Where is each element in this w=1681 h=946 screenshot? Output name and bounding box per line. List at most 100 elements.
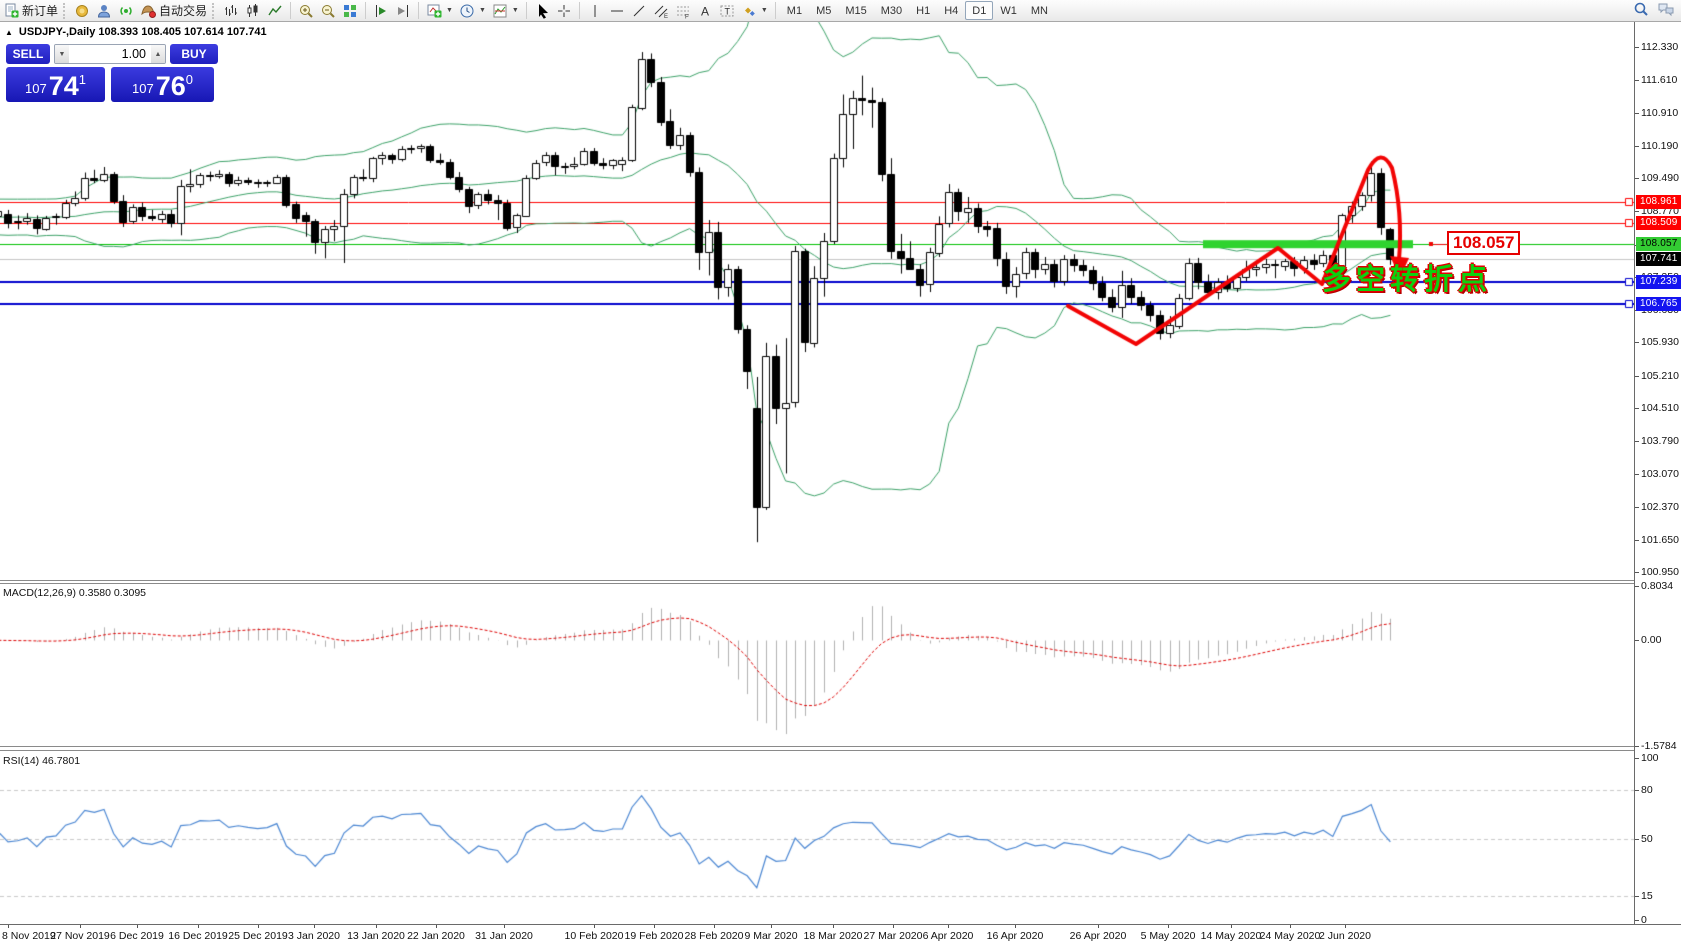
date-tick (1168, 925, 1169, 928)
axis-tick (1635, 146, 1639, 147)
date-tick (376, 925, 377, 928)
buy-price[interactable]: 107760 (111, 67, 214, 102)
timeframe-mn[interactable]: MN (1024, 1, 1055, 20)
crosshair-button[interactable] (553, 1, 575, 21)
macd-canvas[interactable] (0, 584, 1634, 746)
rsi-indicator-label: RSI(14) 46.7801 (3, 755, 80, 767)
timeframe-m30[interactable]: M30 (874, 1, 909, 20)
chevron-down-icon: ▼ (479, 7, 486, 14)
date-label: 2 Jun 2020 (1319, 930, 1371, 942)
chat-icon[interactable] (1657, 1, 1675, 17)
auto-trading-icon (140, 3, 156, 19)
clock-icon (459, 3, 475, 19)
trendline-icon (631, 3, 647, 19)
signal-button[interactable] (115, 1, 137, 21)
text-button[interactable]: A (694, 1, 716, 21)
fibonacci-button[interactable]: F (672, 1, 694, 21)
shapes-button[interactable]: ▼ (738, 1, 771, 21)
date-label: 18 Mar 2020 (804, 930, 863, 942)
candle-chart-button[interactable] (242, 1, 264, 21)
auto-trading-button[interactable]: 自动交易 (137, 1, 210, 21)
axis-tick (1635, 746, 1639, 747)
date-tick (893, 925, 894, 928)
indicators-button[interactable]: ▼ (489, 1, 522, 21)
price-tick-label: 100.950 (1641, 566, 1679, 578)
volume-decrease-button[interactable]: ▼ (55, 45, 69, 63)
panel-separator[interactable] (0, 746, 1681, 747)
axis-tick (1635, 376, 1639, 377)
date-tick (258, 925, 259, 928)
date-label: 25 Dec 2019 (228, 930, 288, 942)
profile-button[interactable] (93, 1, 115, 21)
volume-value[interactable]: 1.00 (69, 45, 151, 63)
toolbar-separator (579, 2, 580, 19)
periods-button[interactable]: ▼ (456, 1, 489, 21)
new-chart-button[interactable]: ▼ (423, 1, 456, 21)
candle-chart-icon (245, 3, 261, 19)
zoom-in-icon (298, 3, 314, 19)
timeframe-h1[interactable]: H1 (909, 1, 937, 20)
quotes-button[interactable] (71, 1, 93, 21)
chart-shift-icon (373, 3, 389, 19)
line-chart-button[interactable] (264, 1, 286, 21)
axis-tick (1635, 790, 1639, 791)
zoom-in-button[interactable] (295, 1, 317, 21)
sell-price[interactable]: 107741 (6, 67, 105, 102)
vertical-line-button[interactable] (584, 1, 606, 21)
collapse-arrow-icon[interactable]: ▲ (5, 28, 13, 37)
chart-shift-button[interactable] (370, 1, 392, 21)
chevron-down-icon: ▼ (512, 7, 519, 14)
mt4-window: 新订单 自动交易 ▼ ▼ ▼ E F A T ▼ (0, 0, 1681, 946)
zoom-out-button[interactable] (317, 1, 339, 21)
date-label: 13 Jan 2020 (347, 930, 405, 942)
date-tick (80, 925, 81, 928)
rsi-scale-label: 15 (1641, 890, 1653, 902)
axis-tick (1635, 896, 1639, 897)
rsi-canvas[interactable] (0, 751, 1634, 924)
date-tick (137, 925, 138, 928)
svg-text:E: E (664, 14, 668, 19)
timeframe-w1[interactable]: W1 (993, 1, 1024, 20)
auto-scroll-button[interactable] (392, 1, 414, 21)
price-chart-canvas[interactable] (0, 22, 1634, 580)
toolbar-grip (63, 3, 67, 19)
toolbar-grip (212, 3, 216, 19)
rsi-scale-label: 80 (1641, 784, 1653, 796)
channel-button[interactable]: E (650, 1, 672, 21)
axis-tick (1635, 342, 1639, 343)
search-icon[interactable] (1633, 1, 1649, 17)
timeframe-m5[interactable]: M5 (809, 1, 838, 20)
cursor-button[interactable] (531, 1, 553, 21)
axis-tick (1635, 178, 1639, 179)
date-label: 9 Mar 2020 (744, 930, 797, 942)
chart-title: ▲ USDJPY-,Daily 108.393 108.405 107.614 … (5, 26, 267, 38)
tile-windows-button[interactable] (339, 1, 361, 21)
new-order-button[interactable]: 新订单 (0, 1, 61, 21)
timeframe-m1[interactable]: M1 (780, 1, 809, 20)
macd-scale-label: -1.5784 (1641, 740, 1677, 752)
horizontal-line-button[interactable] (606, 1, 628, 21)
date-axis[interactable]: 8 Nov 201927 Nov 20196 Dec 201916 Dec 20… (0, 924, 1681, 946)
volume-increase-button[interactable]: ▲ (151, 45, 165, 63)
panel-separator[interactable] (0, 580, 1681, 581)
toolbar-separator (775, 2, 776, 19)
price-callout[interactable]: 108.057 (1447, 231, 1520, 255)
trendline-button[interactable] (628, 1, 650, 21)
buy-button[interactable]: BUY (170, 44, 218, 64)
annotation-text[interactable]: 多空转折点 (1322, 256, 1492, 298)
date-label: 22 Jan 2020 (407, 930, 465, 942)
timeframe-d1[interactable]: D1 (965, 1, 993, 20)
bar-chart-button[interactable] (220, 1, 242, 21)
price-tick-label: 111.610 (1641, 74, 1677, 86)
timeframe-m15[interactable]: M15 (838, 1, 873, 20)
toolbar-separator (290, 2, 291, 19)
text-label-button[interactable]: T (716, 1, 738, 21)
axis-tick (1635, 113, 1639, 114)
date-label: 16 Dec 2019 (168, 930, 228, 942)
timeframe-h4[interactable]: H4 (937, 1, 965, 20)
rsi-scale-label: 100 (1641, 752, 1659, 764)
price-axis[interactable]: 112.330111.610110.910110.190109.490108.7… (1634, 22, 1681, 924)
price-tick-label: 103.790 (1641, 435, 1679, 447)
timeframe-bar: M1M5M15M30H1H4D1W1MN (780, 1, 1055, 20)
sell-button[interactable]: SELL (6, 44, 50, 64)
